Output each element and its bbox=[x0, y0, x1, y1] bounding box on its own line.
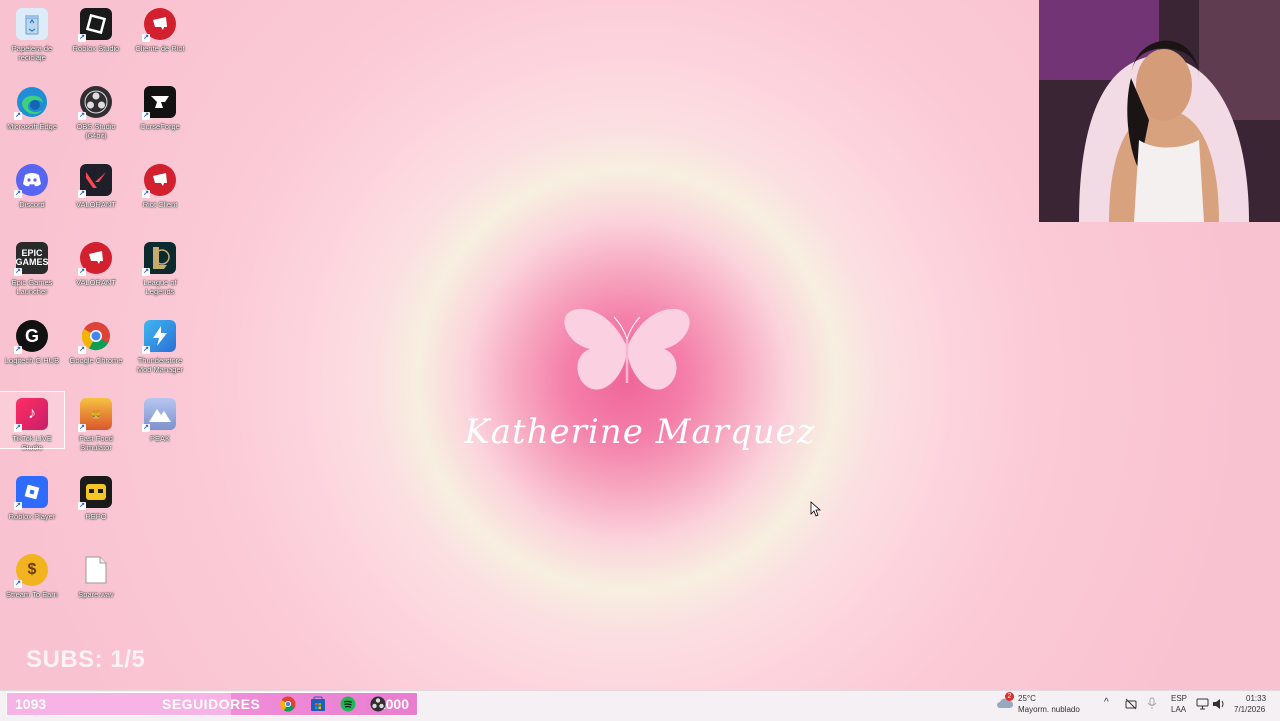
desktop-icon-epic-games[interactable]: EPIC GAMES ↗ Epic Games Launcher bbox=[0, 236, 64, 308]
repo-icon: ↗ bbox=[78, 476, 112, 510]
desktop-icon-label: Epic Games Launcher bbox=[11, 278, 53, 296]
obs-icon: ↗ bbox=[78, 86, 112, 120]
desktop-icon-label: Google Chrome bbox=[69, 356, 123, 365]
desktop-icon-label: Microsoft Edge bbox=[6, 122, 58, 131]
roblox-studio-icon: ↗ bbox=[78, 8, 112, 42]
thunderstore-icon: ↗ bbox=[142, 320, 176, 354]
desktop-icon-label: Fast Food Simulator bbox=[79, 434, 113, 452]
fast-food-simulator-icon: 🍔 ↗ bbox=[78, 398, 112, 432]
tiktok-live-icon: ♪ ↗ bbox=[14, 398, 48, 432]
weather-badge: 2 bbox=[1005, 692, 1014, 701]
desktop-icon-label: Roblox Player bbox=[8, 512, 56, 521]
clock-time[interactable]: 01:33 bbox=[1246, 694, 1266, 704]
weather-temp: 25°C bbox=[1018, 694, 1036, 703]
microphone-icon[interactable] bbox=[1147, 697, 1157, 710]
peak-icon: ↗ bbox=[142, 398, 176, 432]
desktop-icon-recycle-bin[interactable]: Papelera de reciclaje bbox=[0, 2, 64, 74]
desktop-icon-thunderstore[interactable]: ↗ Thunderstore Mod Manager bbox=[128, 314, 192, 386]
edge-icon: ↗ bbox=[14, 86, 48, 120]
desktop-icon-edge[interactable]: ↗ Microsoft Edge bbox=[0, 80, 64, 152]
epic-games-icon: EPIC GAMES ↗ bbox=[14, 242, 49, 276]
desktop-icon-valorant[interactable]: ↗ VALORANT bbox=[64, 158, 128, 230]
riot-client-icon: ↗ bbox=[142, 164, 176, 198]
document-icon bbox=[80, 554, 112, 586]
brand-name: Katherine Marquez bbox=[464, 412, 816, 452]
desktop-icon-label: League of Legends bbox=[143, 278, 177, 296]
taskbar-chrome-icon[interactable] bbox=[280, 696, 296, 712]
language-code[interactable]: ESP bbox=[1171, 694, 1187, 704]
desktop-icon-label: Thunderstore Mod Manager bbox=[136, 356, 184, 374]
desktop-icon-valorant-riot[interactable]: ↗ VALORANT bbox=[64, 236, 128, 308]
desktop-icon-discord[interactable]: ↗ Discord bbox=[0, 158, 64, 230]
desktop-icon-label: PEAK bbox=[149, 434, 170, 443]
butterfly-logo bbox=[564, 308, 690, 390]
display-icon[interactable] bbox=[1196, 698, 1209, 710]
taskbar-obs-icon[interactable] bbox=[370, 696, 386, 712]
desktop-icon-league-of-legends[interactable]: ↗ League of Legends bbox=[128, 236, 192, 308]
chrome-icon: ↗ bbox=[78, 320, 112, 354]
roblox-player-icon: ↗ bbox=[14, 476, 48, 510]
riot-client-icon: ↗ bbox=[142, 8, 176, 42]
taskbar-spotify-icon[interactable] bbox=[340, 696, 356, 712]
league-of-legends-icon: ↗ bbox=[142, 242, 176, 276]
desktop-icon-label: Stream To Earn bbox=[6, 590, 58, 599]
desktop-icon-label: OBS Studio (64bit) bbox=[76, 122, 116, 140]
desktop-icon-riot-client[interactable]: ↗ Riot Client bbox=[128, 158, 192, 230]
desktop-icon-label: Logitech G HUB bbox=[4, 356, 60, 365]
desktop-icon-curseforge[interactable]: ↗ CurseForge bbox=[128, 80, 192, 152]
subs-goal-label: SUBS: 1/5 bbox=[26, 646, 146, 673]
desktop-icon-roblox-studio[interactable]: ↗ Roblox Studio bbox=[64, 2, 128, 74]
desktop-icon-fast-food-simulator[interactable]: 🍔 ↗ Fast Food Simulator bbox=[64, 392, 128, 464]
network-off-icon[interactable] bbox=[1125, 698, 1137, 710]
desktop-icon-obs[interactable]: ↗ OBS Studio (64bit) bbox=[64, 80, 128, 152]
desktop-icon-label: REPO bbox=[85, 512, 107, 521]
desktop-icon-chrome[interactable]: ↗ Google Chrome bbox=[64, 314, 128, 386]
weather-description: Mayorm. nublado bbox=[1018, 705, 1080, 714]
taskbar-store-icon[interactable] bbox=[310, 696, 326, 712]
desktop-icon-label: Discord bbox=[19, 200, 45, 209]
desktop-icon-spare-wav[interactable]: Spare.wav bbox=[64, 548, 128, 620]
stream-to-earn-icon: $ ↗ bbox=[14, 554, 48, 588]
follower-label: SEGUIDORES bbox=[162, 696, 261, 712]
keyboard-layout[interactable]: LAA bbox=[1171, 705, 1186, 715]
desktop-icon-roblox-player[interactable]: ↗ Roblox Player bbox=[0, 470, 64, 542]
desktop-icon-label: TikTok LIVE Studio bbox=[12, 434, 52, 452]
desktop-icon-label: VALORANT bbox=[76, 278, 116, 287]
recycle-bin-icon bbox=[16, 8, 48, 40]
speaker-icon[interactable] bbox=[1212, 698, 1226, 710]
desktop-icon-label: Roblox Studio bbox=[72, 44, 120, 53]
valorant-icon: ↗ bbox=[78, 164, 112, 198]
follower-count: 1093 bbox=[15, 696, 47, 712]
desktop-icon-label: VALORANT bbox=[76, 200, 116, 209]
desktop-icon-repo[interactable]: ↗ REPO bbox=[64, 470, 128, 542]
riot-client-icon: ↗ bbox=[78, 242, 112, 276]
curseforge-icon: ↗ bbox=[142, 86, 176, 120]
desktop-icon-stream-to-earn[interactable]: $ ↗ Stream To Earn bbox=[0, 548, 64, 620]
desktop-icon-label: Cliente de Riot bbox=[135, 44, 185, 53]
desktop-icon-label: Papelera de reciclaje bbox=[11, 44, 53, 62]
desktop-icon-label: Spare.wav bbox=[78, 590, 114, 599]
discord-icon: ↗ bbox=[14, 164, 48, 198]
desktop-icon-peak[interactable]: ↗ PEAK bbox=[128, 392, 192, 464]
chevron-up-icon[interactable]: ^ bbox=[1104, 697, 1109, 708]
mouse-cursor-icon bbox=[810, 501, 822, 517]
desktop-icon-logitech-g-hub[interactable]: G ↗ Logitech G HUB bbox=[0, 314, 64, 386]
clock-date[interactable]: 7/1/2026 bbox=[1234, 705, 1265, 715]
logitech-g-icon: G ↗ bbox=[14, 320, 48, 354]
webcam-overlay bbox=[1039, 0, 1280, 222]
desktop-icon-riot-client-es[interactable]: ↗ Cliente de Riot bbox=[128, 2, 192, 74]
desktop-icon-label: Riot Client bbox=[142, 200, 178, 209]
follower-goal-bar: 1093 SEGUIDORES 2000 bbox=[6, 692, 418, 716]
desktop-icon-tiktok-live[interactable]: ♪ ↗ TikTok LIVE Studio bbox=[0, 391, 65, 452]
desktop-icon-label: CurseForge bbox=[140, 122, 180, 131]
desktop[interactable]: Papelera de reciclaje ↗ Microsoft Edge ↗… bbox=[0, 0, 1280, 690]
